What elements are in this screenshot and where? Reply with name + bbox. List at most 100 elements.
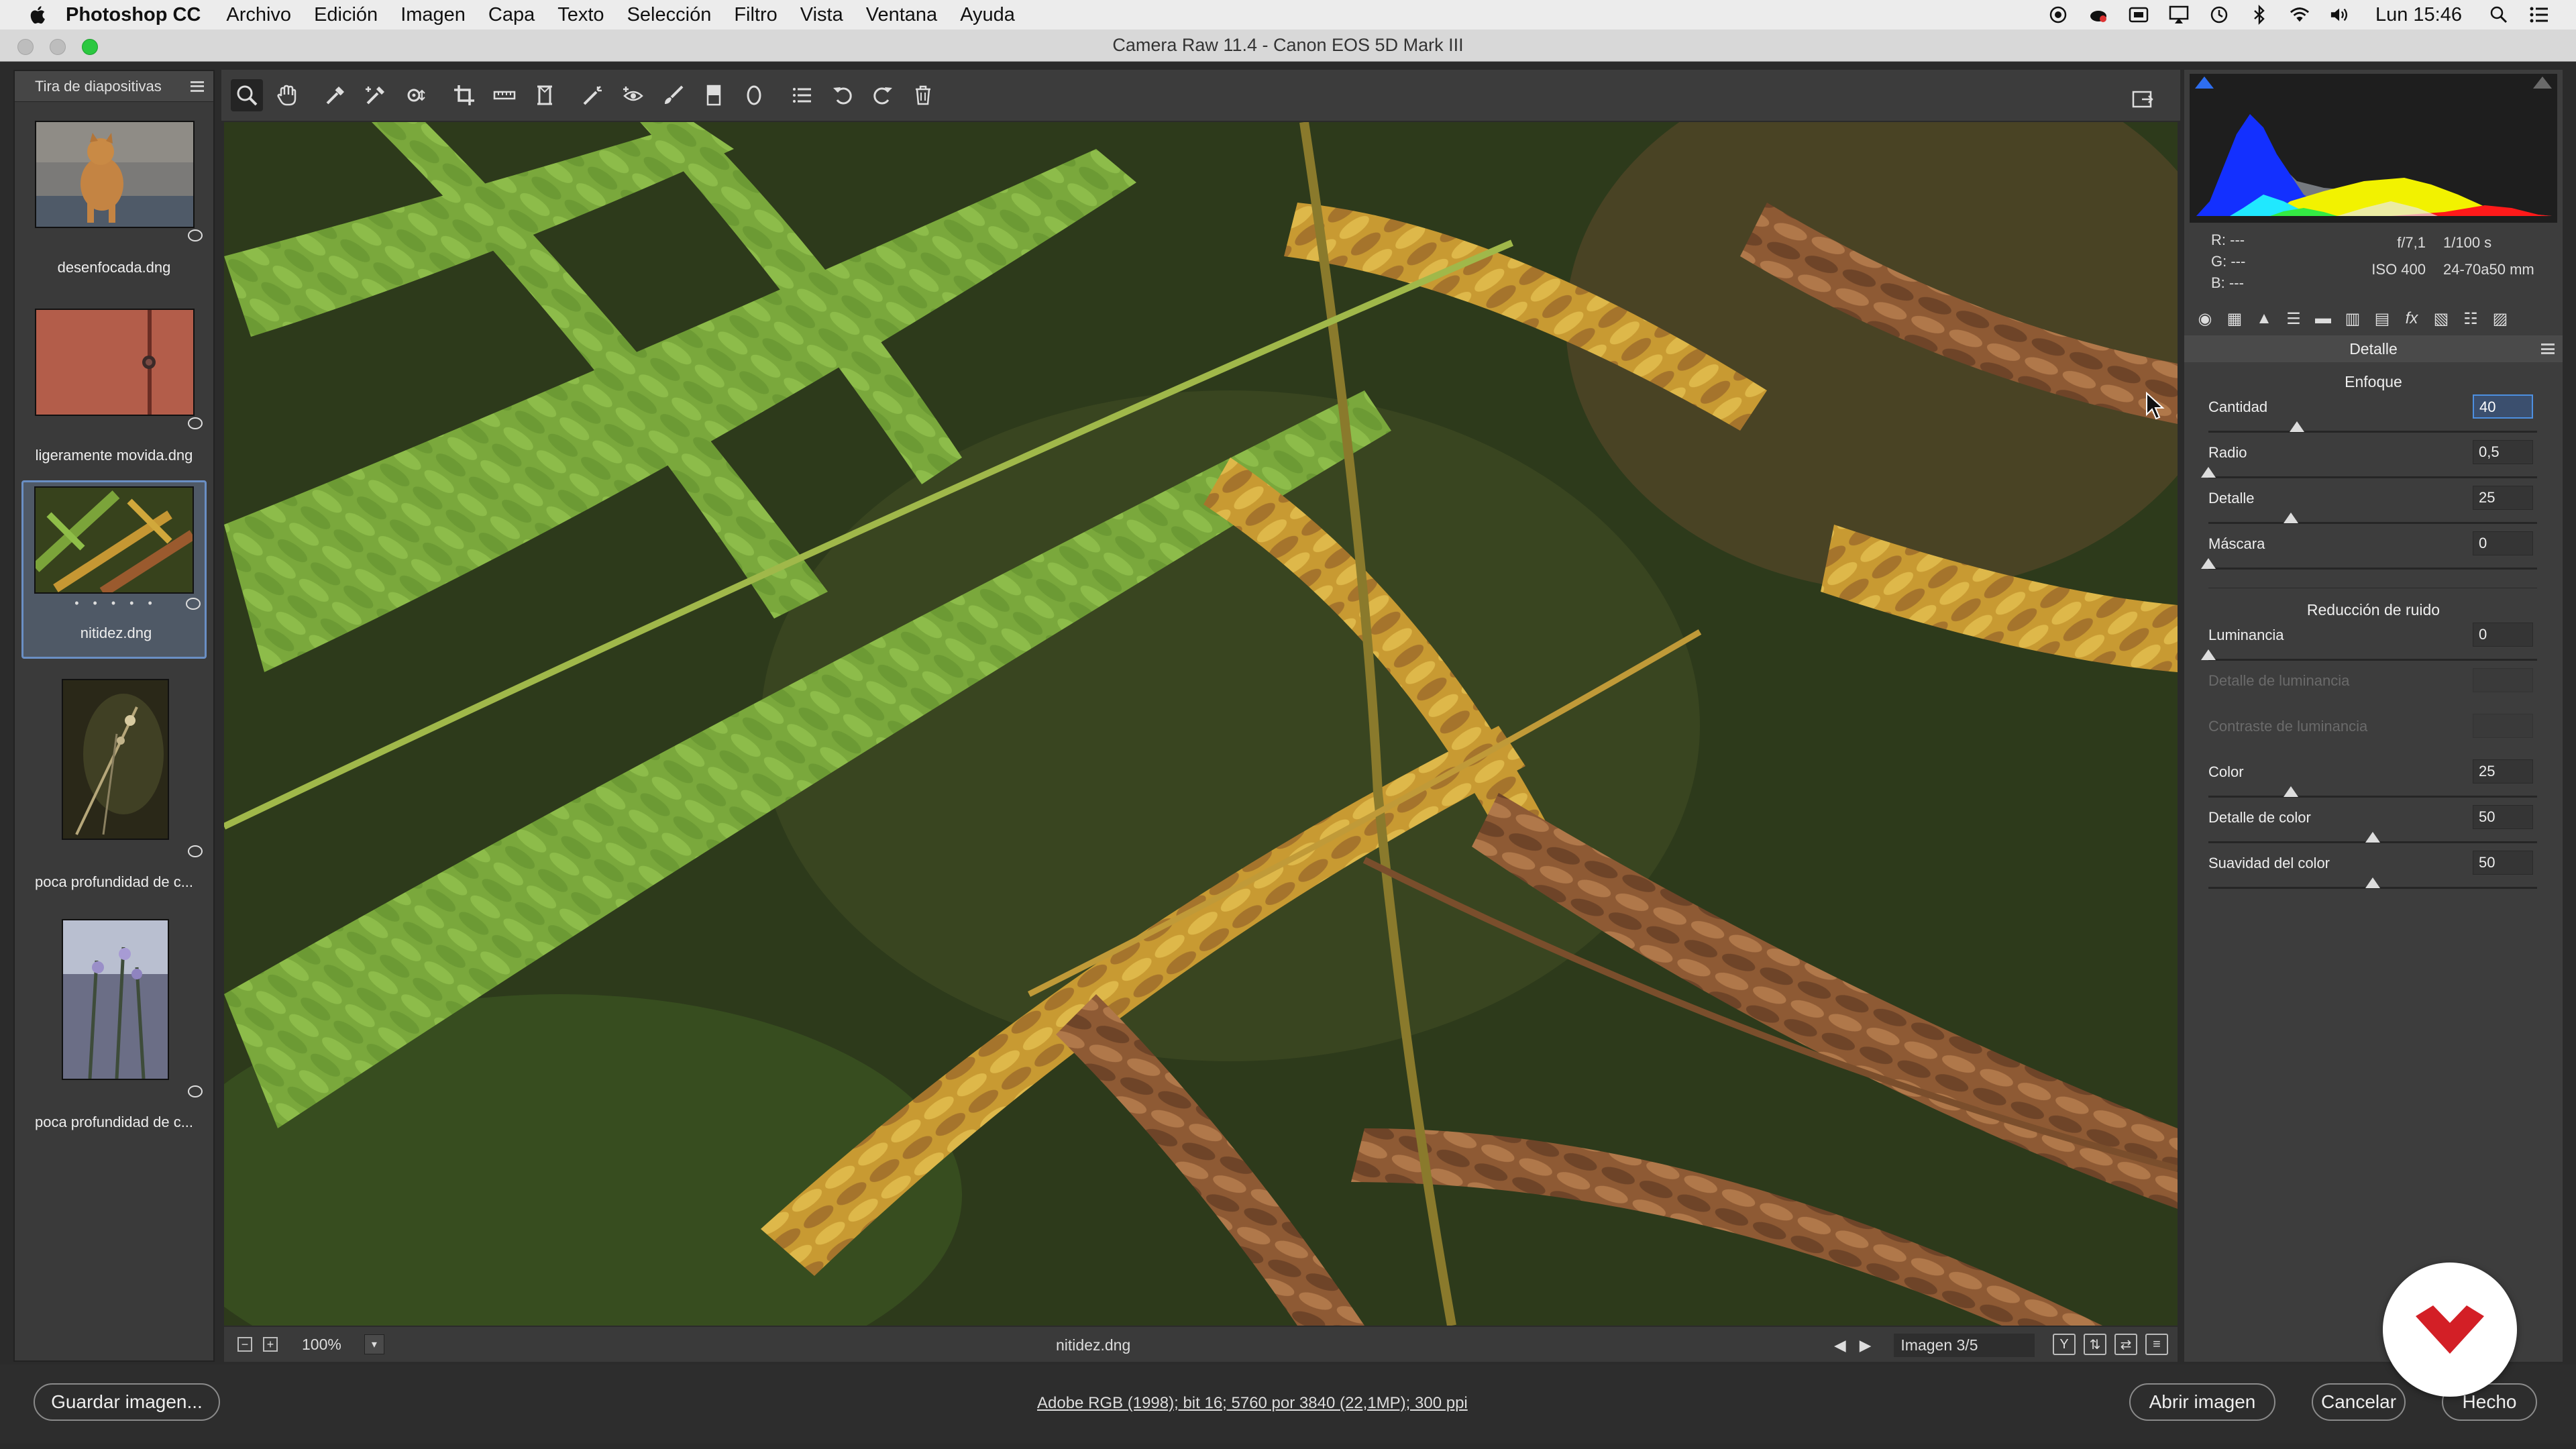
luminancia-slider-track[interactable]	[2208, 659, 2537, 661]
straighten-tool-icon[interactable]	[488, 79, 521, 111]
menu-ayuda[interactable]: Ayuda	[960, 4, 1015, 26]
menu-vista[interactable]: Vista	[800, 4, 843, 26]
detalle-slider-track[interactable]	[2208, 522, 2537, 524]
open-image-button[interactable]: Abrir imagen	[2129, 1383, 2275, 1421]
creative-cloud-icon[interactable]	[2088, 5, 2108, 25]
luminancia-value-field[interactable]: 0	[2473, 623, 2533, 647]
zoom-in-button[interactable]: +	[263, 1337, 278, 1352]
volume-icon[interactable]	[2330, 5, 2350, 25]
detalle-slider-handle[interactable]	[2283, 513, 2298, 523]
radio-slider-track[interactable]	[2208, 476, 2537, 478]
fullscreen-toggle-icon[interactable]	[2127, 83, 2159, 115]
rotate-right-icon[interactable]	[867, 79, 899, 111]
radio-value-field[interactable]: 0,5	[2473, 440, 2533, 464]
wifi-icon[interactable]	[2290, 5, 2310, 25]
time-machine-icon[interactable]	[2209, 5, 2229, 25]
zoom-tool-icon[interactable]	[231, 79, 263, 111]
preferences-tool-icon[interactable]	[786, 79, 818, 111]
zoom-out-button[interactable]: −	[237, 1337, 252, 1352]
image-preview[interactable]	[224, 122, 2178, 1326]
zoom-dropdown-chevron-icon[interactable]: ▾	[364, 1334, 384, 1354]
menu-extra-icon[interactable]	[2129, 5, 2149, 25]
cantidad-slider-handle[interactable]	[2290, 421, 2305, 432]
menu-edicion[interactable]: Edición	[314, 4, 378, 26]
tab-detail-icon[interactable]: ▲	[2253, 307, 2275, 330]
notification-center-icon[interactable]	[2529, 5, 2549, 25]
adjustment-brush-tool-icon[interactable]	[657, 79, 690, 111]
filmstrip-item-nitidez[interactable]: • • • • • nitidez.dng	[21, 480, 207, 659]
crop-tool-icon[interactable]	[448, 79, 480, 111]
red-eye-tool-icon[interactable]	[617, 79, 649, 111]
close-window-button[interactable]	[17, 39, 34, 55]
targeted-adjustment-tool-icon[interactable]	[400, 79, 432, 111]
graduated-filter-tool-icon[interactable]	[698, 79, 730, 111]
thumbnail-desenfocada[interactable]	[35, 121, 195, 228]
trash-icon[interactable]	[907, 79, 939, 111]
cantidad-value-field[interactable]: 40	[2473, 394, 2533, 419]
previous-image-arrow-icon[interactable]: ◀	[1834, 1336, 1846, 1354]
thumbnail-ligeramente-movida[interactable]	[35, 309, 195, 416]
cancel-button[interactable]: Cancelar	[2312, 1383, 2406, 1421]
filmstrip-item-ligeramente-movida[interactable]: ligeramente movida.dng	[21, 302, 207, 483]
airplay-icon[interactable]	[2169, 5, 2189, 25]
color-slider-track[interactable]	[2208, 796, 2537, 798]
transform-tool-icon[interactable]	[529, 79, 561, 111]
menu-seleccion[interactable]: Selección	[627, 4, 712, 26]
workflow-options-link[interactable]: Adobe RGB (1998); bit 16; 5760 por 3840 …	[1037, 1394, 1468, 1413]
hand-tool-icon[interactable]	[271, 79, 303, 111]
tab-transform-icon[interactable]: ▤	[2371, 307, 2394, 330]
detalle-value-field[interactable]: 25	[2473, 486, 2533, 510]
color-sampler-tool-icon[interactable]	[360, 79, 392, 111]
suavidad-color-slider-handle[interactable]	[2365, 877, 2380, 888]
minimize-window-button[interactable]	[50, 39, 66, 55]
bluetooth-icon[interactable]	[2249, 5, 2269, 25]
menu-imagen[interactable]: Imagen	[400, 4, 466, 26]
thumbnail-flag-icon[interactable]	[188, 845, 203, 857]
tab-effects-icon[interactable]: fx	[2400, 307, 2423, 330]
filmstrip-menu-icon[interactable]	[191, 80, 204, 92]
filmstrip-item-poca-profundidad-2[interactable]: poca profundidad de c...	[21, 912, 207, 1140]
menu-capa[interactable]: Capa	[488, 4, 535, 26]
thumbnail-poca-profundidad-1[interactable]	[62, 679, 169, 840]
suavidad-color-value-field[interactable]: 50	[2473, 851, 2533, 875]
radio-slider-handle[interactable]	[2201, 467, 2216, 478]
tab-snapshots-icon[interactable]: ▨	[2489, 307, 2512, 330]
menu-clock[interactable]: Lun 15:46	[2375, 4, 2462, 26]
detalle-color-value-field[interactable]: 50	[2473, 805, 2533, 829]
thumbnail-flag-icon[interactable]	[188, 417, 203, 429]
filmstrip-item-desenfocada[interactable]: desenfocada.dng	[21, 114, 207, 295]
mascara-value-field[interactable]: 0	[2473, 531, 2533, 555]
color-value-field[interactable]: 25	[2473, 759, 2533, 784]
swap-settings-icon[interactable]: ⇅	[2084, 1334, 2106, 1355]
menu-app-name[interactable]: Photoshop CC	[66, 4, 201, 26]
tab-hsl-icon[interactable]: ☰	[2282, 307, 2305, 330]
rotate-left-icon[interactable]	[826, 79, 859, 111]
tab-presets-icon[interactable]: ☷	[2459, 307, 2482, 330]
luminancia-slider-handle[interactable]	[2201, 649, 2216, 660]
detalle-color-slider-handle[interactable]	[2365, 832, 2380, 843]
menu-texto[interactable]: Texto	[557, 4, 604, 26]
menu-ventana[interactable]: Ventana	[866, 4, 937, 26]
menu-filtro[interactable]: Filtro	[734, 4, 777, 26]
record-icon[interactable]	[2048, 5, 2068, 25]
tab-lens-corrections-icon[interactable]: ▥	[2341, 307, 2364, 330]
color-slider-handle[interactable]	[2283, 786, 2298, 797]
mascara-slider-handle[interactable]	[2201, 558, 2216, 569]
before-after-toggle-icon[interactable]: Y	[2053, 1334, 2076, 1355]
menu-archivo[interactable]: Archivo	[226, 4, 291, 26]
tab-calibration-icon[interactable]: ▧	[2430, 307, 2453, 330]
rating-dots[interactable]: • • • • •	[23, 596, 209, 610]
shadow-clipping-warning-icon[interactable]	[2195, 76, 2214, 89]
zoom-level[interactable]: 100%	[302, 1336, 341, 1354]
tab-basic-icon[interactable]: ◉	[2194, 307, 2216, 330]
white-balance-tool-icon[interactable]	[319, 79, 352, 111]
next-image-arrow-icon[interactable]: ▶	[1860, 1336, 1872, 1354]
highlight-clipping-warning-icon[interactable]	[2533, 76, 2552, 89]
spot-removal-tool-icon[interactable]	[577, 79, 609, 111]
copy-settings-icon[interactable]: ⇄	[2114, 1334, 2137, 1355]
thumbnail-flag-icon[interactable]	[188, 1085, 203, 1097]
save-image-button[interactable]: Guardar imagen...	[34, 1383, 220, 1421]
radial-filter-tool-icon[interactable]	[738, 79, 770, 111]
tab-tone-curve-icon[interactable]: ▦	[2223, 307, 2246, 330]
thumbnail-flag-icon[interactable]	[186, 598, 201, 610]
